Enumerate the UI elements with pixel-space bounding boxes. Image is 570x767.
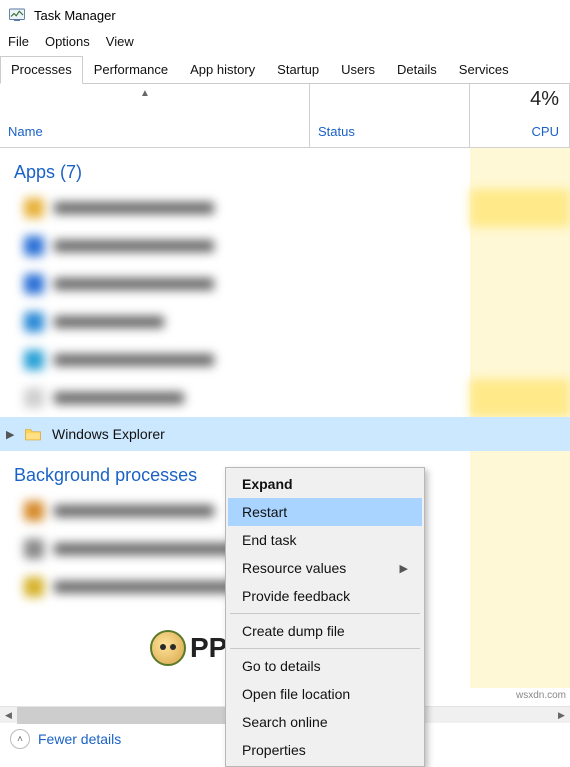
tab-details[interactable]: Details xyxy=(386,56,448,84)
menu-item-expand[interactable]: Expand xyxy=(228,470,422,498)
fewer-details-link[interactable]: Fewer details xyxy=(38,731,121,747)
tab-strip: Processes Performance App history Startu… xyxy=(0,55,570,84)
menu-separator xyxy=(230,648,420,649)
context-menu: Expand Restart End task Resource values … xyxy=(225,467,425,767)
expand-caret-icon[interactable]: ▶ xyxy=(6,428,24,441)
menu-item-provide-feedback[interactable]: Provide feedback xyxy=(228,582,422,610)
chevron-up-icon[interactable]: ˄ xyxy=(10,729,30,749)
process-name: Windows Explorer xyxy=(52,426,165,442)
menu-separator xyxy=(230,613,420,614)
column-cpu[interactable]: 4% CPU xyxy=(470,84,570,147)
scroll-right-icon[interactable]: ▶ xyxy=(553,707,570,724)
tab-processes[interactable]: Processes xyxy=(0,56,83,84)
menu-options[interactable]: Options xyxy=(45,34,90,49)
tab-performance[interactable]: Performance xyxy=(83,56,179,84)
menu-item-create-dump[interactable]: Create dump file xyxy=(228,617,422,645)
menu-item-label: Resource values xyxy=(242,560,346,576)
scroll-left-icon[interactable]: ◀ xyxy=(0,707,17,724)
menu-item-restart[interactable]: Restart xyxy=(228,498,422,526)
column-status[interactable]: Status xyxy=(310,84,470,147)
menu-item-resource-values[interactable]: Resource values ▶ xyxy=(228,554,422,582)
watermark: wsxdn.com xyxy=(516,690,566,701)
cpu-total: 4% xyxy=(480,88,559,111)
tab-services[interactable]: Services xyxy=(448,56,520,84)
menu-item-end-task[interactable]: End task xyxy=(228,526,422,554)
process-row[interactable] xyxy=(0,303,570,341)
sort-indicator-icon: ▲ xyxy=(140,88,150,99)
menu-file[interactable]: File xyxy=(8,34,29,49)
column-headers: ▲ Name Status 4% CPU xyxy=(0,84,570,148)
cpu-label: CPU xyxy=(480,124,559,139)
tab-startup[interactable]: Startup xyxy=(266,56,330,84)
process-row[interactable] xyxy=(0,265,570,303)
submenu-arrow-icon: ▶ xyxy=(400,562,408,575)
menu-view[interactable]: View xyxy=(106,34,134,49)
menu-item-go-to-details[interactable]: Go to details xyxy=(228,652,422,680)
task-manager-icon xyxy=(8,6,26,24)
window-title: Task Manager xyxy=(34,8,116,23)
process-row-selected[interactable]: ▶ Windows Explorer xyxy=(0,417,570,451)
column-name[interactable]: Name xyxy=(0,84,310,147)
menu-item-search-online[interactable]: Search online xyxy=(228,708,422,736)
group-apps[interactable]: Apps (7) xyxy=(0,148,570,189)
tab-users[interactable]: Users xyxy=(330,56,386,84)
folder-icon xyxy=(24,426,42,442)
process-row[interactable] xyxy=(0,227,570,265)
tab-app-history[interactable]: App history xyxy=(179,56,266,84)
menu-item-open-file-location[interactable]: Open file location xyxy=(228,680,422,708)
process-row[interactable] xyxy=(0,341,570,379)
menu-item-properties[interactable]: Properties xyxy=(228,736,422,764)
overlay-face-icon xyxy=(150,630,186,666)
process-row[interactable] xyxy=(0,189,570,227)
process-row[interactable] xyxy=(0,379,570,417)
menu-bar: File Options View xyxy=(0,30,570,55)
